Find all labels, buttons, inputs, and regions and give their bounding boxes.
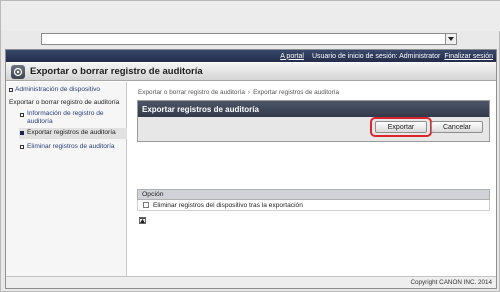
option-row: Eliminar registros del dispositivo tras … [137, 200, 490, 211]
browser-toolbar-area [1, 1, 500, 31]
page-content: A portal Usuario de inicio de sesión: Ad… [5, 49, 497, 289]
browser-window: A portal Usuario de inicio de sesión: Ad… [0, 0, 500, 292]
sidebar: Administración de dispositivo Exportar o… [6, 82, 127, 276]
sidebar-section-title: Exportar o borrar registro de auditoría [9, 99, 120, 106]
panel-button-row: Exportar Cancelar [138, 117, 489, 141]
copyright-text: Copyright CANON INC. 2014 [410, 279, 492, 286]
page-top-icon[interactable] [139, 217, 146, 224]
option-header: Opción [137, 189, 490, 200]
sidebar-device-admin-link[interactable]: Administración de dispositivo [15, 86, 100, 94]
bullet-icon [20, 145, 24, 149]
export-panel: Exportar registros de auditoría Exportar… [137, 100, 490, 142]
bullet-icon [20, 131, 24, 135]
breadcrumb-current: Exportar registros de auditoría [253, 89, 340, 96]
chevron-down-icon[interactable] [445, 34, 456, 44]
audit-log-icon [11, 64, 25, 79]
delete-after-export-checkbox[interactable] [143, 202, 149, 208]
breadcrumb-parent[interactable]: Exportar o borrar registro de auditoría [138, 89, 245, 96]
export-button[interactable]: Exportar [375, 121, 427, 133]
page-title-bar: Exportar o borrar registro de auditoría [6, 63, 496, 81]
login-user-text: Usuario de inicio de sesión: Administrat… [311, 52, 441, 60]
breadcrumb-separator: › [247, 89, 251, 96]
address-bar[interactable] [41, 33, 457, 45]
page-title: Exportar o borrar registro de auditoría [30, 66, 203, 77]
sidebar-item-audit-info[interactable]: Información de registro de auditoría [27, 110, 104, 126]
bullet-icon [20, 113, 24, 117]
portal-link[interactable]: A portal [280, 53, 304, 60]
footer: Copyright CANON INC. 2014 [6, 276, 496, 288]
sidebar-item-label: Información de registro de [27, 110, 104, 117]
top-nav-bar: A portal Usuario de inicio de sesión: Ad… [6, 50, 496, 62]
logout-link[interactable]: Finalizar sesión [444, 53, 493, 60]
cancel-button[interactable]: Cancelar [431, 121, 483, 133]
sidebar-item-export-logs[interactable]: Exportar registros de auditoría [27, 129, 116, 137]
bullet-icon [9, 88, 13, 92]
panel-title: Exportar registros de auditoría [138, 101, 489, 117]
sidebar-item-delete-logs[interactable]: Eliminar registros de auditoría [27, 143, 115, 151]
breadcrumb: Exportar o borrar registro de auditoría ›… [138, 89, 339, 96]
sidebar-item-label: auditoría [27, 118, 53, 125]
checkbox-label: Eliminar registros del dispositivo tras … [153, 201, 303, 209]
main-area: Exportar o borrar registro de auditoría ›… [128, 82, 496, 276]
